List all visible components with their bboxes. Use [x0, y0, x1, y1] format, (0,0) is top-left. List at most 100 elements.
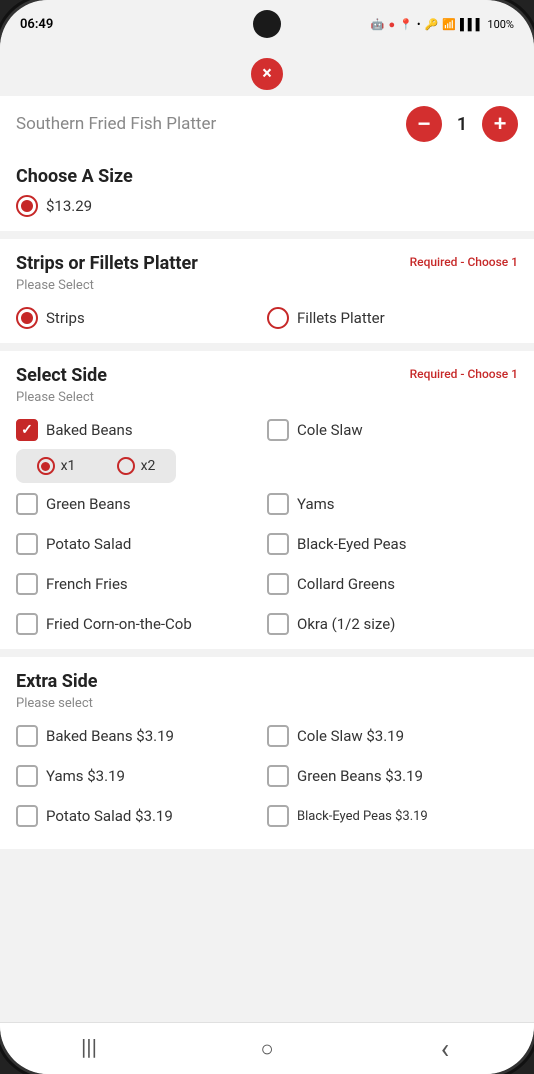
extra-checkbox-baked-beans[interactable] [16, 725, 38, 747]
size-section-title: Choose A Size [16, 166, 133, 187]
baked-beans-qty-row: x1 x2 [16, 449, 176, 483]
side-option-fried-corn[interactable]: Fried Corn-on-the-Cob [16, 609, 267, 639]
phone-screen: 06:49 🤖 ● 📍 • 🔑 📶 ▌▌▌ 100% × Southern Fr… [0, 0, 534, 1074]
key-icon: 🔑 [425, 18, 439, 31]
side-checkbox-potato-salad[interactable] [16, 533, 38, 555]
qty-x1-radio[interactable] [37, 457, 55, 475]
qty-x2-radio[interactable] [117, 457, 135, 475]
android-icon: 🤖 [371, 18, 385, 31]
qty-x2-label: x2 [141, 458, 156, 474]
platter-options-grid: Strips Fillets Platter [16, 303, 518, 333]
side-section: Select Side Required - Choose 1 Please S… [0, 351, 534, 649]
side-option-baked-beans[interactable]: ✓ Baked Beans [16, 415, 267, 445]
side-option-okra[interactable]: Okra (1/2 size) [267, 609, 518, 639]
platter-section-title: Strips or Fillets Platter [16, 253, 198, 274]
size-option-0[interactable]: $13.29 [16, 191, 518, 221]
side-checkbox-collard-greens[interactable] [267, 573, 289, 595]
qty-controls: − 1 + [406, 106, 518, 142]
extra-side-section-title: Extra Side [16, 671, 97, 692]
extra-side-section: Extra Side Please select Baked Beans $3.… [0, 657, 534, 849]
side-label-cole-slaw: Cole Slaw [297, 421, 363, 439]
side-option-french-fries[interactable]: French Fries [16, 569, 267, 599]
side-label-collard-greens: Collard Greens [297, 575, 395, 593]
phone-frame: 06:49 🤖 ● 📍 • 🔑 📶 ▌▌▌ 100% × Southern Fr… [0, 0, 534, 1074]
side-label-green-beans: Green Beans [46, 495, 131, 513]
decrement-button[interactable]: − [406, 106, 442, 142]
side-label-baked-beans: Baked Beans [46, 421, 133, 439]
side-label-yams: Yams [297, 495, 335, 513]
extra-option-yams[interactable]: Yams $3.19 [16, 761, 267, 791]
side-label-potato-salad: Potato Salad [46, 535, 131, 553]
side-section-header: Select Side Required - Choose 1 [16, 365, 518, 386]
size-radio-inner-0 [21, 200, 33, 212]
side-required-badge: Required - Choose 1 [410, 367, 518, 381]
extra-option-green-beans[interactable]: Green Beans $3.19 [267, 761, 518, 791]
side-checkbox-baked-beans[interactable]: ✓ [16, 419, 38, 441]
side-checkbox-cole-slaw[interactable] [267, 419, 289, 441]
platter-please-select: Please Select [16, 278, 518, 293]
checkmark-baked-beans: ✓ [21, 423, 33, 437]
platter-radio-inner-0 [21, 312, 33, 324]
side-checkbox-fried-corn[interactable] [16, 613, 38, 635]
extra-checkbox-potato-salad[interactable] [16, 805, 38, 827]
close-area: × [0, 48, 534, 96]
extra-side-please-select: Please select [16, 696, 518, 711]
menu-icon: ||| [81, 1036, 97, 1061]
extra-checkbox-yams[interactable] [16, 765, 38, 787]
side-checkbox-yams[interactable] [267, 493, 289, 515]
size-option-label-0: $13.29 [46, 197, 92, 215]
scroll-content[interactable]: Choose A Size $13.29 Strips or Fillets P… [0, 152, 534, 1022]
platter-section: Strips or Fillets Platter Required - Cho… [0, 239, 534, 343]
qty-x2-option[interactable]: x2 [96, 449, 176, 483]
extra-label-black-eyed-peas: Black-Eyed Peas $3.19 [297, 809, 428, 824]
extra-checkbox-cole-slaw[interactable] [267, 725, 289, 747]
platter-option-label-0: Strips [46, 309, 85, 327]
nav-menu-button[interactable]: ||| [69, 1029, 109, 1069]
side-row-5: Fried Corn-on-the-Cob Okra (1/2 size) [16, 609, 518, 639]
side-section-title: Select Side [16, 365, 107, 386]
extra-label-baked-beans: Baked Beans $3.19 [46, 727, 174, 745]
side-checkbox-okra[interactable] [267, 613, 289, 635]
qty-x1-option[interactable]: x1 [16, 449, 96, 483]
extra-option-cole-slaw[interactable]: Cole Slaw $3.19 [267, 721, 518, 751]
side-option-green-beans[interactable]: Green Beans [16, 489, 267, 519]
status-icons: 🤖 ● 📍 • 🔑 📶 ▌▌▌ 100% [371, 18, 514, 31]
side-checkbox-french-fries[interactable] [16, 573, 38, 595]
platter-radio-0[interactable] [16, 307, 38, 329]
camera-notch [253, 10, 281, 38]
extra-row-1: Baked Beans $3.19 Cole Slaw $3.19 [16, 721, 518, 751]
extra-label-cole-slaw: Cole Slaw $3.19 [297, 727, 404, 745]
side-row-2: Green Beans Yams [16, 489, 518, 519]
side-option-yams[interactable]: Yams [267, 489, 518, 519]
increment-button[interactable]: + [482, 106, 518, 142]
extra-label-yams: Yams $3.19 [46, 767, 125, 785]
extra-checkbox-black-eyed-peas[interactable] [267, 805, 289, 827]
platter-option-0[interactable]: Strips [16, 303, 267, 333]
nav-back-button[interactable]: ‹ [425, 1029, 465, 1069]
home-icon: ○ [260, 1036, 273, 1062]
extra-option-black-eyed-peas[interactable]: Black-Eyed Peas $3.19 [267, 801, 518, 831]
extra-checkbox-green-beans[interactable] [267, 765, 289, 787]
extra-option-baked-beans[interactable]: Baked Beans $3.19 [16, 721, 267, 751]
side-row-3: Potato Salad Black-Eyed Peas [16, 529, 518, 559]
size-radio-0[interactable] [16, 195, 38, 217]
platter-radio-1[interactable] [267, 307, 289, 329]
wifi-icon: 📶 [442, 18, 456, 31]
plus-icon: + [494, 111, 507, 137]
side-option-collard-greens[interactable]: Collard Greens [267, 569, 518, 599]
size-section: Choose A Size $13.29 [0, 152, 534, 231]
side-option-black-eyed-peas[interactable]: Black-Eyed Peas [267, 529, 518, 559]
qty-x1-label: x1 [61, 458, 76, 474]
side-label-french-fries: French Fries [46, 575, 128, 593]
side-option-cole-slaw[interactable]: Cole Slaw [267, 415, 518, 445]
side-checkbox-green-beans[interactable] [16, 493, 38, 515]
side-checkbox-black-eyed-peas[interactable] [267, 533, 289, 555]
dot-icon: • [417, 18, 421, 31]
nav-home-button[interactable]: ○ [247, 1029, 287, 1069]
quantity-display: 1 [452, 114, 472, 135]
extra-option-potato-salad[interactable]: Potato Salad $3.19 [16, 801, 267, 831]
platter-option-1[interactable]: Fillets Platter [267, 303, 518, 333]
side-option-potato-salad[interactable]: Potato Salad [16, 529, 267, 559]
side-please-select: Please Select [16, 390, 518, 405]
close-button[interactable]: × [249, 56, 285, 92]
